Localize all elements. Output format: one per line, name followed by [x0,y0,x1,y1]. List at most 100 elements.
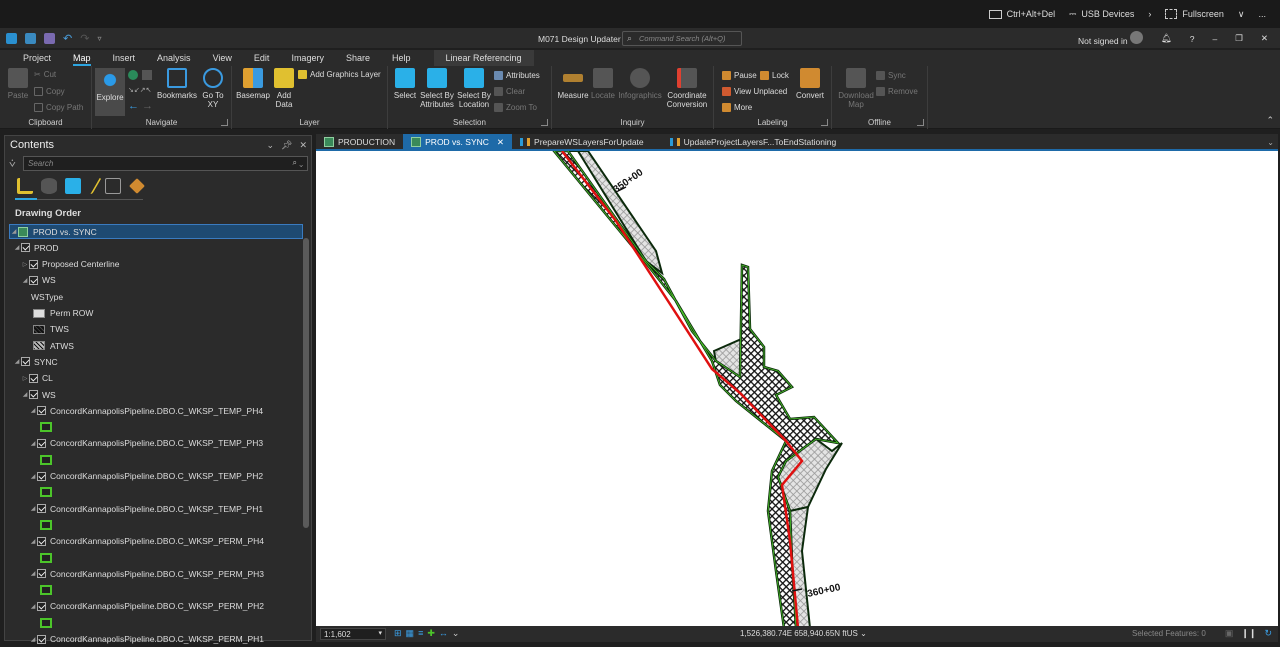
layer-item[interactable]: ◢ ConcordKannapolisPipeline.DBO.C_WKSP_PE… [29,632,264,647]
map-view[interactable]: 350+00 360+00 [316,149,1278,626]
chevron-down-icon[interactable]: ∨ [1238,9,1245,20]
clear-selection-button[interactable]: Clear [494,87,525,96]
layer-item[interactable]: ◢ ConcordKannapolisPipeline.DBO.C_WKSP_TE… [29,469,263,484]
more-button[interactable]: ... [1258,9,1266,19]
tab-linear-referencing[interactable]: Linear Referencing [433,50,534,66]
units-dropdown-icon[interactable]: ⌄ [860,629,867,638]
restore-button[interactable]: ❐ [1235,33,1243,44]
visibility-checkbox[interactable] [21,357,30,367]
cut-button[interactable]: ✂ Cut [34,70,56,79]
visibility-checkbox[interactable] [21,243,30,253]
lock-labels-button[interactable]: Lock [760,71,789,80]
layer-symbol[interactable] [40,420,52,435]
previous-extent-icon[interactable] [142,70,152,80]
measure-button[interactable]: Measure [556,68,590,100]
paste-button[interactable]: Paste [6,68,30,100]
expand-icon[interactable]: ◢ [10,228,18,235]
tab-imagery[interactable]: Imagery [280,50,335,66]
visibility-checkbox[interactable] [37,601,46,611]
visibility-checkbox[interactable] [29,275,38,285]
more-labeling-button[interactable]: More [722,103,752,112]
pane-options-icon[interactable]: ⌄ [266,140,274,151]
legend-item[interactable]: Perm ROW [33,306,93,321]
visibility-checkbox[interactable] [37,406,46,416]
visibility-checkbox[interactable] [37,634,46,644]
list-by-data-source-icon[interactable] [41,178,57,194]
constraints-icon[interactable]: ≡ [418,628,423,639]
undo-icon[interactable]: ↶ [63,32,72,45]
tab-view[interactable]: View [202,50,243,66]
coordinate-conversion-button[interactable]: Coordinate Conversion [664,68,710,109]
collapsed-arrow-icon[interactable]: ▷ [21,261,29,268]
snapping-icon[interactable]: ✚ [427,628,435,639]
copy-path-button[interactable]: Copy Path [34,103,83,112]
layer-item[interactable]: ◢ ConcordKannapolisPipeline.DBO.C_WKSP_PE… [29,566,264,581]
fixed-zoom-icons[interactable]: ↘↙↗↖ [128,86,151,94]
layer-item[interactable]: ◢ ConcordKannapolisPipeline.DBO.C_WKSP_TE… [29,501,263,516]
visibility-checkbox[interactable] [37,536,46,546]
forward-arrow-icon[interactable]: → [142,100,153,112]
more-tools-icon[interactable]: ⌄ [452,628,460,639]
ctrl-alt-del-button[interactable]: Ctrl+Alt+Del [988,9,1055,19]
select-button[interactable]: Select [392,68,418,100]
download-map-button[interactable]: Download Map [836,68,876,109]
map-tab-production[interactable]: PRODUCTION [316,134,403,150]
filter-icon[interactable]: ⩒ [9,158,16,171]
usb-devices-button[interactable]: ⎓ USB Devices [1069,9,1134,20]
convert-button[interactable]: Convert [794,68,826,100]
layer-item[interactable]: ◢ WS [21,387,56,402]
expand-icon[interactable]: ◢ [29,570,37,577]
close-pane-icon[interactable]: ✕ [299,140,307,151]
full-extent-icon[interactable] [128,70,138,80]
select-by-location-button[interactable]: Select By Location [456,68,492,109]
tab-map[interactable]: Map [62,50,102,66]
zoom-to-selection-button[interactable]: Zoom To [494,103,537,112]
explore-button[interactable]: Explore [95,68,125,116]
chevron-right-icon[interactable]: › [1148,9,1151,19]
layer-symbol[interactable] [40,583,52,598]
tab-project[interactable]: Project [12,50,62,66]
visibility-checkbox[interactable] [29,259,38,269]
basemap-button[interactable]: Basemap [236,68,270,100]
contents-scroll-thumb[interactable] [303,238,309,528]
model-tab-update-project[interactable]: UpdateProjectLayersF...ToEndStationing [662,134,845,150]
list-by-selection-icon[interactable] [65,178,81,194]
list-by-snapping-icon[interactable] [105,178,121,194]
tab-help[interactable]: Help [381,50,422,66]
refresh-icon[interactable]: ↻ [1264,628,1272,639]
view-unplaced-button[interactable]: View Unplaced [722,87,787,96]
pause-drawing-icon[interactable]: ❙❙ [1241,628,1256,639]
layer-item[interactable]: ◢ ConcordKannapolisPipeline.DBO.C_WKSP_TE… [29,436,263,451]
layer-item[interactable]: ◢ ConcordKannapolisPipeline.DBO.C_WKSP_PE… [29,599,264,614]
layer-item[interactable]: ▷ CL [21,371,53,386]
infographics-button[interactable]: Infographics [616,68,664,100]
layer-item[interactable]: ◢ ConcordKannapolisPipeline.DBO.C_WKSP_PE… [29,534,264,549]
legend-item[interactable]: TWS [33,322,69,337]
table-icon[interactable]: ▦ [406,628,415,639]
layer-item[interactable]: ◢ WS [21,273,56,288]
layer-symbol[interactable] [40,517,52,532]
tab-list-icon[interactable]: ⌄ [1267,138,1274,147]
selected-features-count[interactable]: Selected Features: 0 [1132,629,1206,638]
list-by-editing-icon[interactable] [84,178,102,194]
new-project-icon[interactable] [6,33,17,44]
navigation-icon[interactable]: ↔ [439,628,448,639]
layer-symbol[interactable] [40,485,52,500]
expand-icon[interactable]: ◢ [13,358,21,365]
layer-item[interactable]: ▷ Proposed Centerline [21,257,120,272]
map-tab-prod-vs-sync[interactable]: PROD vs. SYNC ✕ [403,134,513,150]
visibility-checkbox[interactable] [37,438,46,448]
expand-icon[interactable]: ◢ [21,391,29,398]
visibility-checkbox[interactable] [37,569,46,579]
notification-bell-icon[interactable]: 🔔︎ [1161,33,1172,44]
add-graphics-layer-button[interactable]: Add Graphics Layer [298,70,381,79]
grid-icon[interactable]: ⊞ [394,628,402,639]
open-project-icon[interactable] [25,33,36,44]
close-tab-icon[interactable]: ✕ [497,137,504,148]
expand-icon[interactable]: ◢ [13,244,21,251]
scale-selector[interactable]: 1:1,602 ▾ [320,628,386,640]
layer-item[interactable]: ◢ ConcordKannapolisPipeline.DBO.C_WKSP_TE… [29,403,263,418]
fullscreen-button[interactable]: Fullscreen [1165,9,1224,19]
map-node[interactable]: ◢ PROD vs. SYNC [9,224,303,239]
expand-icon[interactable]: ◢ [29,440,37,447]
